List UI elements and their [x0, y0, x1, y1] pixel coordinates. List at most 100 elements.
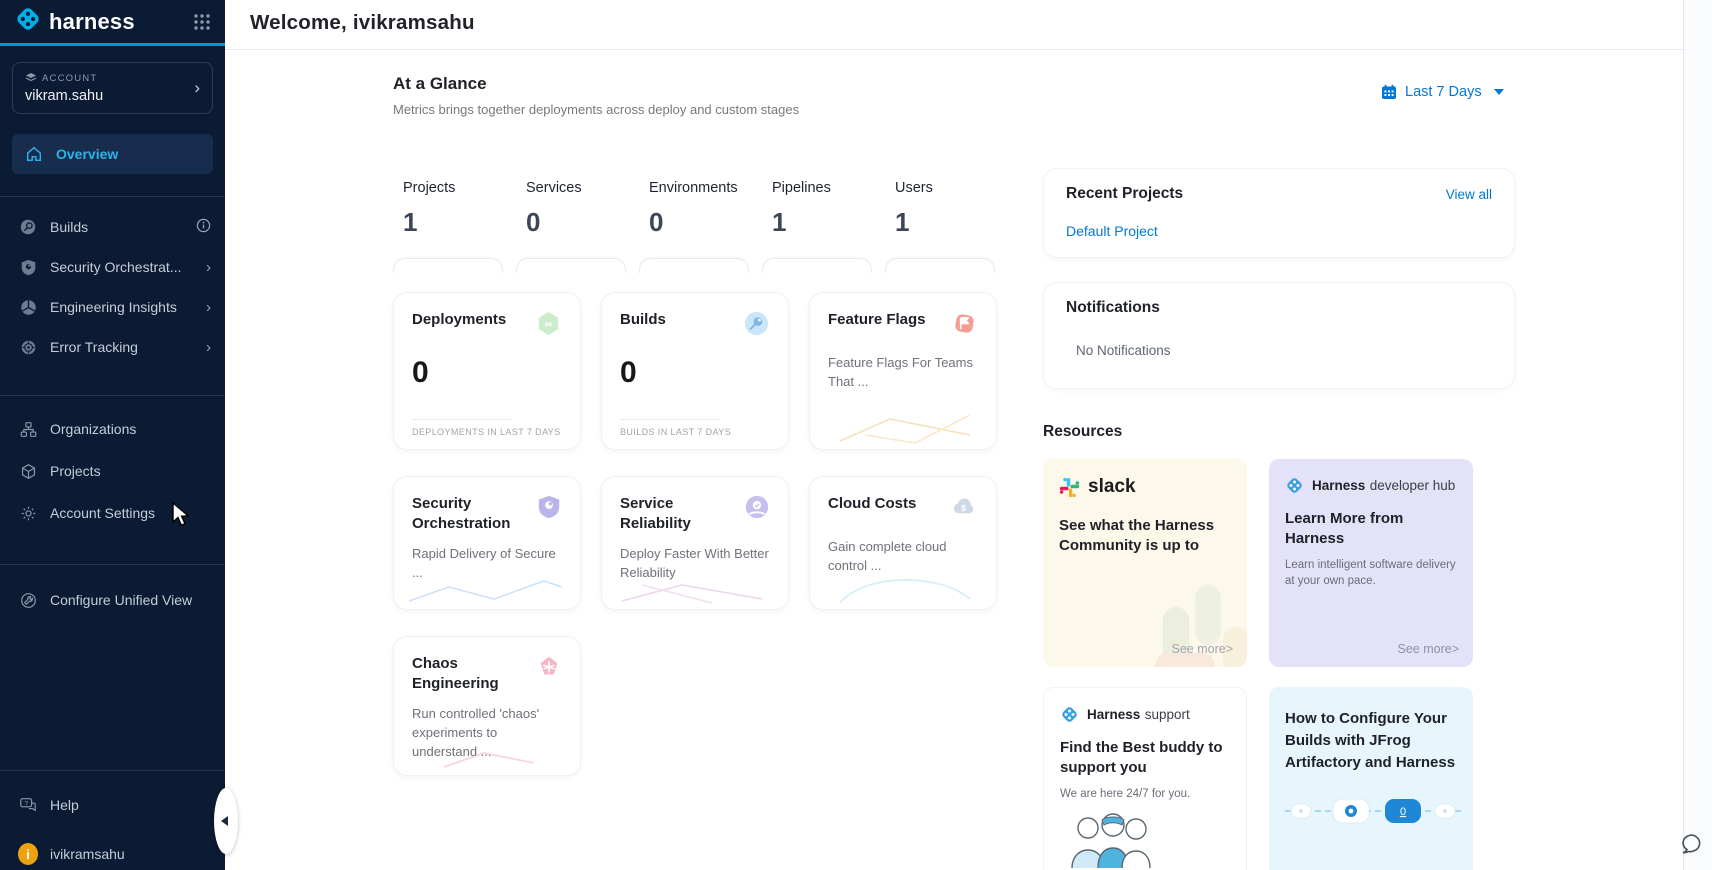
card-value: 0 — [620, 356, 770, 390]
brand-name: harness — [49, 9, 193, 35]
metric-users[interactable]: Users 1 — [895, 180, 1018, 238]
brand-bold: Harness — [1087, 707, 1140, 722]
sidebar-item-account-settings[interactable]: Account Settings — [0, 492, 225, 534]
metric-card-edges — [393, 258, 995, 273]
sidebar-item-engineering-insights[interactable]: Engineering Insights › — [0, 287, 225, 327]
harness-support-resource-card[interactable]: Harness support Find the Best buddy to s… — [1043, 687, 1247, 870]
card-edge — [639, 258, 749, 273]
sidebar-collapse-handle[interactable] — [214, 788, 238, 854]
gear-icon — [18, 505, 38, 522]
svg-text:∞: ∞ — [545, 318, 553, 330]
cloud-costs-icon: $ — [951, 494, 978, 526]
metric-label: Services — [526, 180, 649, 196]
metric-value: 0 — [649, 207, 772, 238]
notifications-title: Notifications — [1066, 299, 1492, 317]
date-range-dropdown[interactable]: Last 7 Days — [1381, 84, 1504, 100]
error-tracking-icon — [18, 339, 38, 356]
brand-rest: support — [1145, 707, 1190, 722]
see-more-link[interactable]: See more> — [1398, 642, 1460, 656]
service-reliability-card[interactable]: Service Reliability Deploy Faster With B… — [601, 476, 789, 610]
jfrog-resource-card[interactable]: How to Configure Your Builds with JFrog … — [1269, 687, 1473, 870]
organizations-icon — [18, 421, 38, 438]
shield-icon — [18, 259, 38, 276]
metric-label: Projects — [403, 180, 526, 196]
slack-logo-icon — [1059, 477, 1080, 498]
sidebar-item-builds[interactable]: Builds — [0, 207, 225, 247]
metric-services[interactable]: Services 0 — [526, 180, 649, 238]
view-all-link[interactable]: View all — [1446, 187, 1492, 202]
sidebar-item-label: Builds — [50, 219, 184, 235]
metric-pipelines[interactable]: Pipelines 1 — [772, 180, 895, 238]
decorative-sketch — [404, 571, 564, 605]
help-chat-icon: ? — [18, 796, 38, 814]
page-header: Welcome, ivikramsahu — [225, 0, 1683, 50]
slack-brand-name: slack — [1088, 476, 1136, 498]
metric-projects[interactable]: Projects 1 — [403, 180, 526, 238]
builds-card[interactable]: Builds 0 BUILDS IN LAST 7 DAYS — [601, 292, 789, 450]
chevron-right-icon: › — [206, 339, 211, 356]
see-more-link[interactable]: See more> — [1172, 642, 1234, 656]
developer-hub-resource-card[interactable]: Harness developer hub Learn More from Ha… — [1269, 459, 1473, 667]
sidebar-item-label: Overview — [56, 146, 201, 162]
security-orchestration-card[interactable]: Security Orchestration Rapid Delivery of… — [393, 476, 581, 610]
sidebar-item-security-orchestration[interactable]: Security Orchestrat... › — [0, 247, 225, 287]
cloud-costs-card[interactable]: Cloud Costs $ Gain complete cloud contro… — [809, 476, 997, 610]
date-range-value: Last 7 Days — [1405, 84, 1482, 100]
decorative-sketch — [820, 569, 980, 605]
metric-label: Pipelines — [772, 180, 895, 196]
pipeline-illustration: 0 — [1285, 789, 1461, 833]
notifications-card: Notifications No Notifications — [1043, 282, 1515, 389]
feature-flags-icon — [951, 310, 978, 342]
divider — [620, 419, 720, 420]
sidebar-item-projects[interactable]: Projects — [0, 450, 225, 492]
section-title: At a Glance — [393, 74, 799, 94]
divider — [412, 419, 512, 420]
sidebar-item-label: Account Settings — [50, 505, 211, 521]
sidebar-item-overview[interactable]: Overview — [12, 134, 213, 174]
info-icon[interactable] — [196, 218, 211, 236]
pipeline-badge: 0 — [1400, 806, 1406, 818]
card-caption: DEPLOYMENTS IN LAST 7 DAYS — [412, 427, 561, 437]
chaos-engineering-card[interactable]: Chaos Engineering Run controlled 'chaos'… — [393, 636, 581, 776]
deployments-card[interactable]: Deployments ∞ 0 DEPLOYMENTS IN LAST 7 DA… — [393, 292, 581, 450]
decorative-sketch — [820, 405, 980, 445]
chevron-left-icon — [221, 816, 228, 826]
brand-rest: developer hub — [1370, 478, 1456, 493]
chevron-right-icon: › — [194, 78, 200, 98]
chaos-engineering-icon — [536, 654, 562, 685]
sidebar-item-organizations[interactable]: Organizations — [0, 408, 225, 450]
calendar-icon — [1381, 84, 1397, 100]
account-switcher[interactable]: ACCOUNT vikram.sahu › — [12, 62, 213, 114]
default-project-link[interactable]: Default Project — [1066, 223, 1158, 239]
service-reliability-icon — [744, 494, 770, 525]
brand-row: harness — [0, 0, 225, 46]
chat-support-icon[interactable] — [1674, 831, 1704, 864]
feature-flags-card[interactable]: Feature Flags Feature Flags For Teams Th… — [809, 292, 997, 450]
card-value: 0 — [412, 356, 562, 390]
sidebar-item-configure-unified-view[interactable]: Configure Unified View — [0, 579, 225, 621]
card-title: Security Orchestration — [412, 494, 530, 533]
brand-bold: Harness — [1312, 478, 1365, 493]
scrollbar-gutter[interactable] — [1683, 0, 1712, 870]
slack-resource-card[interactable]: slack See what the Harness Community is … — [1043, 459, 1247, 667]
sidebar-item-label: Error Tracking — [50, 339, 194, 355]
resources-title: Resources — [1043, 423, 1515, 441]
sidebar-divider — [0, 196, 225, 197]
resource-headline: Learn More from Harness — [1285, 509, 1457, 550]
app-grid-icon[interactable] — [193, 13, 211, 31]
metric-environments[interactable]: Environments 0 — [649, 180, 772, 238]
card-title: Deployments — [412, 310, 506, 330]
metric-value: 0 — [526, 207, 649, 238]
sidebar-user[interactable]: i ivikramsahu — [0, 837, 225, 870]
card-edge — [762, 258, 872, 273]
decorative-sketch — [612, 579, 772, 605]
harness-logo-icon — [1060, 705, 1079, 724]
page-title: Welcome, ivikramsahu — [225, 0, 1683, 35]
metric-label: Users — [895, 180, 1018, 196]
resource-headline: How to Configure Your Builds with JFrog … — [1285, 708, 1457, 773]
deployments-icon: ∞ — [535, 310, 562, 342]
at-a-glance-header: At a Glance Metrics brings together depl… — [393, 74, 799, 117]
sidebar-item-error-tracking[interactable]: Error Tracking › — [0, 327, 225, 367]
support-team-illustration — [1068, 812, 1158, 868]
sidebar-item-help[interactable]: ? Help — [0, 785, 225, 825]
